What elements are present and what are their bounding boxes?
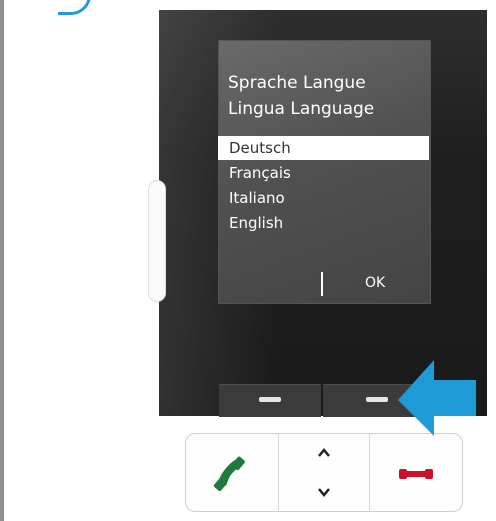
language-menu-title: Sprache Langue Lingua Language	[228, 70, 428, 122]
language-option-deutsch[interactable]: Deutsch	[218, 136, 429, 160]
phone-call-icon	[213, 456, 245, 491]
softkey-separator	[321, 272, 323, 296]
language-option-english[interactable]: English	[218, 211, 429, 235]
phone-end-icon	[399, 469, 433, 479]
navigation-key-row	[185, 433, 463, 512]
navigation-rocker[interactable]	[279, 434, 370, 511]
side-bumps	[148, 180, 166, 302]
left-softkey-button[interactable]	[219, 384, 321, 417]
language-option-italiano[interactable]: Italiano	[218, 186, 429, 210]
end-call-button[interactable]	[370, 434, 462, 511]
decorative-arc	[58, 0, 91, 15]
highlight-arrow-icon	[398, 360, 476, 436]
left-softkey-dash-icon	[259, 397, 281, 402]
language-option-francais[interactable]: Français	[218, 161, 429, 185]
title-line-2: Lingua Language	[228, 99, 375, 119]
chevron-up-icon[interactable]	[279, 434, 371, 472]
image-left-edge	[0, 0, 4, 521]
call-button[interactable]	[186, 434, 279, 511]
right-softkey-dash-icon	[366, 397, 388, 402]
chevron-down-icon[interactable]	[279, 472, 371, 511]
title-line-1: Sprache Langue	[228, 73, 366, 93]
softkey-ok-label: OK	[365, 275, 386, 291]
